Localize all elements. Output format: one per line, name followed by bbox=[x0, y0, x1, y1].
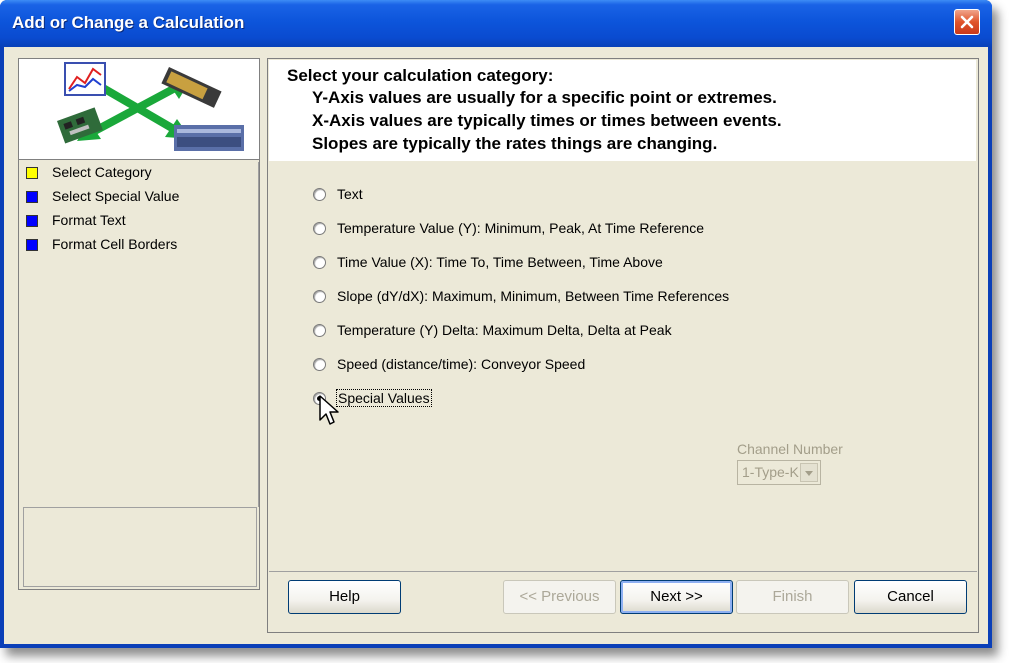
step-label: Format Text bbox=[52, 212, 126, 228]
window-title: Add or Change a Calculation bbox=[12, 13, 245, 32]
step-label: Format Cell Borders bbox=[52, 236, 178, 252]
step-label: Select Category bbox=[52, 164, 152, 180]
option-label: Temperature (Y) Delta: Maximum Delta, De… bbox=[337, 322, 672, 338]
instructions-header: Select your calculation category: Y-Axis… bbox=[269, 60, 976, 161]
wizard-sidebar: Select Category Select Special Value For… bbox=[18, 58, 260, 590]
wizard-content: Select your calculation category: Y-Axis… bbox=[267, 58, 979, 633]
step-indicator bbox=[26, 239, 38, 251]
header-title: Select your calculation category: bbox=[287, 66, 554, 85]
step-indicator bbox=[26, 167, 38, 179]
next-button[interactable]: Next >> bbox=[620, 580, 733, 614]
header-line-slopes: Slopes are typically the rates things ar… bbox=[312, 134, 718, 153]
dialog-client-area: Select Category Select Special Value For… bbox=[4, 47, 988, 644]
chevron-down-icon[interactable] bbox=[800, 463, 818, 482]
step-indicator bbox=[26, 191, 38, 203]
channel-number-select[interactable]: 1-Type-K bbox=[737, 460, 821, 485]
option-label: Temperature Value (Y): Minimum, Peak, At… bbox=[337, 220, 704, 236]
option-label: Text bbox=[337, 186, 363, 202]
previous-button[interactable]: << Previous bbox=[503, 580, 616, 614]
option-label: Time Value (X): Time To, Time Between, T… bbox=[337, 254, 663, 270]
radio-button[interactable] bbox=[313, 188, 326, 201]
sidebar-info-box bbox=[23, 507, 257, 587]
option-label: Slope (dY/dX): Maximum, Minimum, Between… bbox=[337, 288, 730, 304]
finish-button[interactable]: Finish bbox=[736, 580, 849, 614]
wizard-illustration bbox=[57, 62, 244, 151]
header-line-y-axis: Y-Axis values are usually for a specific… bbox=[312, 88, 777, 107]
channel-number-label: Channel Number bbox=[737, 441, 843, 457]
step-label: Select Special Value bbox=[52, 188, 180, 204]
radio-button[interactable] bbox=[313, 358, 326, 371]
logo-area bbox=[19, 59, 259, 160]
dialog-window: Add or Change a Calculation Select Categ… bbox=[0, 0, 992, 648]
radio-button[interactable] bbox=[313, 222, 326, 235]
option-label: Special Values bbox=[336, 389, 432, 407]
cancel-button[interactable]: Cancel bbox=[854, 580, 967, 614]
title-bar[interactable]: Add or Change a Calculation bbox=[0, 0, 992, 47]
header-line-x-axis: X-Axis values are typically times or tim… bbox=[312, 111, 782, 130]
help-button[interactable]: Help bbox=[288, 580, 401, 614]
radio-button[interactable] bbox=[313, 290, 326, 303]
option-label: Speed (distance/time): Conveyor Speed bbox=[337, 356, 586, 372]
wizard-button-bar: Help << Previous Next >> Finish Cancel bbox=[269, 571, 977, 632]
close-icon bbox=[960, 15, 974, 29]
step-indicator bbox=[26, 215, 38, 227]
close-button[interactable] bbox=[954, 9, 980, 35]
mouse-cursor-icon bbox=[319, 395, 339, 425]
channel-value: 1-Type-K bbox=[742, 464, 799, 480]
radio-button[interactable] bbox=[313, 324, 326, 337]
radio-button[interactable] bbox=[313, 256, 326, 269]
wizard-steps: Select Category Select Special Value For… bbox=[20, 162, 259, 507]
